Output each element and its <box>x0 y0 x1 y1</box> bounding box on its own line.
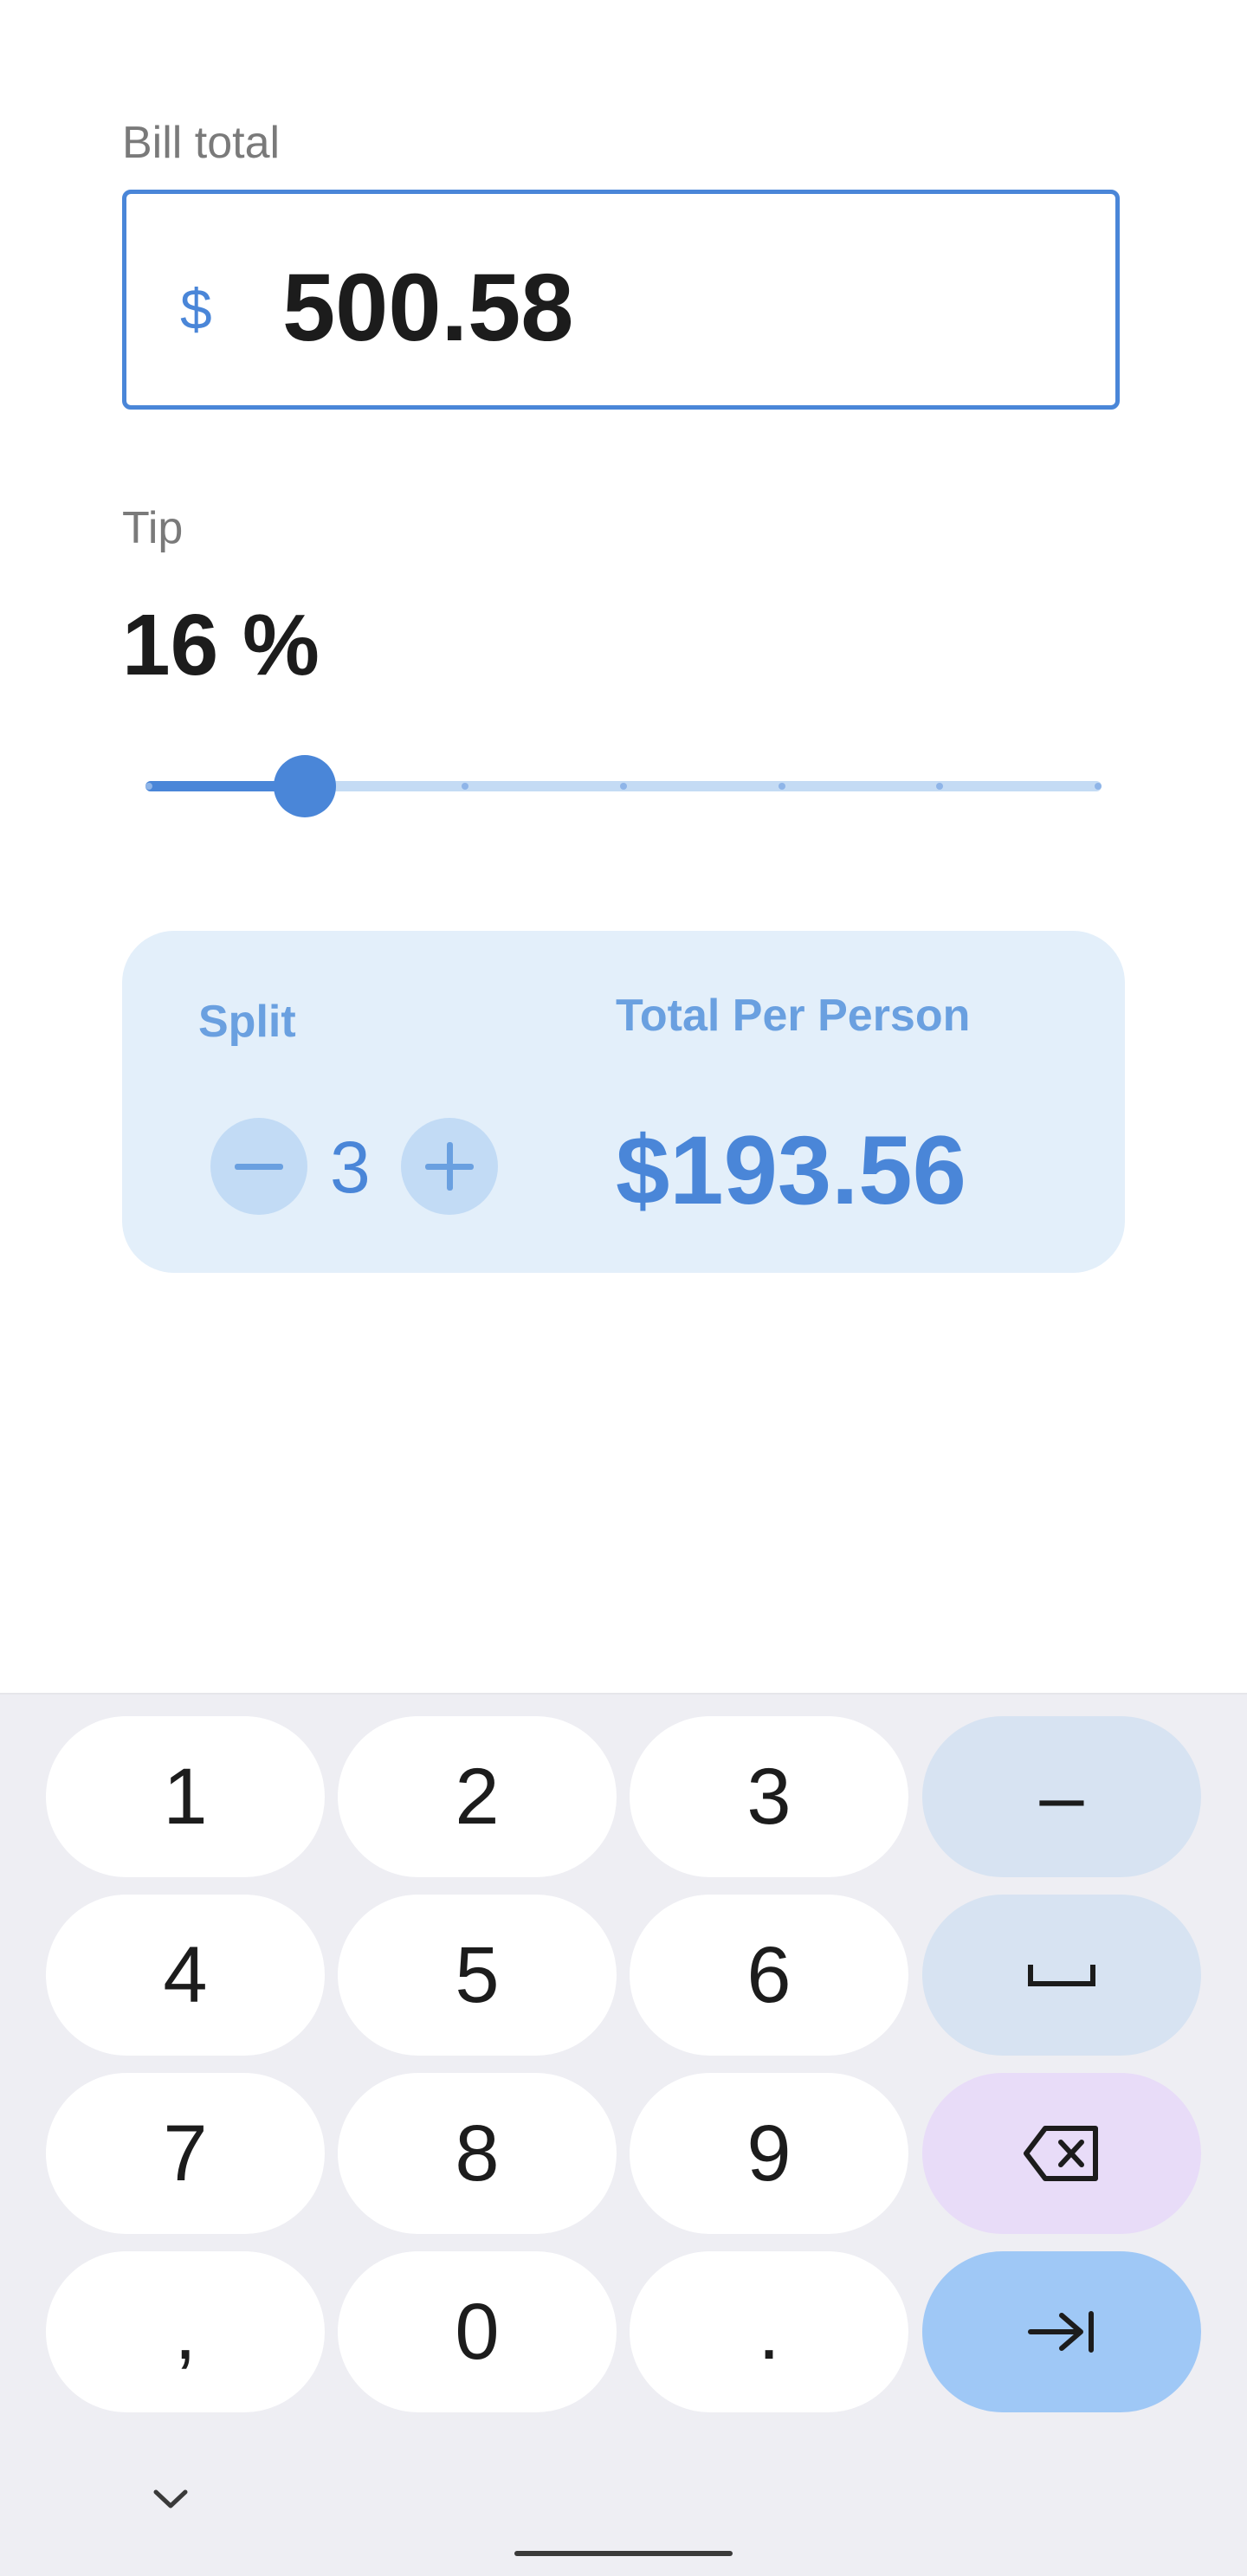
key-4[interactable]: 4 <box>46 1895 325 2056</box>
split-count: 3 <box>330 1127 371 1208</box>
slider-tick <box>620 783 627 790</box>
slider-thumb[interactable] <box>274 755 337 817</box>
key-2[interactable]: 2 <box>338 1716 617 1877</box>
split-label: Split <box>198 997 296 1047</box>
key-space[interactable] <box>922 1895 1201 2056</box>
home-indicator[interactable] <box>514 2551 733 2556</box>
decrease-split-button[interactable] <box>210 1118 307 1215</box>
slider-tick <box>778 783 785 790</box>
tip-percentage: 16 % <box>122 597 320 694</box>
bill-total-input[interactable]: $ 500.58 <box>122 190 1120 410</box>
key-7[interactable]: 7 <box>46 2073 325 2234</box>
tab-next-icon <box>1028 2311 1094 2353</box>
key-period[interactable]: . <box>630 2251 908 2412</box>
tip-label: Tip <box>122 503 184 553</box>
increase-split-button[interactable] <box>401 1118 498 1215</box>
key-9[interactable]: 9 <box>630 2073 908 2234</box>
currency-symbol: $ <box>180 277 212 341</box>
total-per-person-label: Total Per Person <box>616 991 971 1041</box>
key-minus[interactable]: – <box>922 1716 1201 1877</box>
bill-total-label: Bill total <box>122 118 281 168</box>
key-comma[interactable]: , <box>46 2251 325 2412</box>
tip-slider[interactable] <box>145 755 1102 817</box>
chevron-down-icon[interactable] <box>149 2487 192 2513</box>
slider-tick <box>145 783 152 790</box>
bill-total-value: 500.58 <box>282 255 574 361</box>
tip-calculator-screen: Bill total $ 500.58 Tip 16 % Split Total… <box>0 0 1247 1693</box>
key-3[interactable]: 3 <box>630 1716 908 1877</box>
minus-icon <box>235 1164 283 1170</box>
slider-tick <box>1095 783 1102 790</box>
total-per-person-value: $193.56 <box>616 1116 966 1224</box>
numeric-keyboard: 1 2 3 – 4 5 6 7 8 9 , 0 . <box>0 1693 1247 2576</box>
key-backspace[interactable] <box>922 2073 1201 2234</box>
split-card: Split Total Per Person 3 $193.56 <box>122 931 1125 1273</box>
key-5[interactable]: 5 <box>338 1895 617 2056</box>
key-0[interactable]: 0 <box>338 2251 617 2412</box>
key-6[interactable]: 6 <box>630 1895 908 2056</box>
key-1[interactable]: 1 <box>46 1716 325 1877</box>
key-8[interactable]: 8 <box>338 2073 617 2234</box>
key-next[interactable] <box>922 2251 1201 2412</box>
plus-icon <box>425 1142 474 1191</box>
space-icon <box>1028 1965 1095 1986</box>
backspace-icon <box>1024 2126 1098 2181</box>
